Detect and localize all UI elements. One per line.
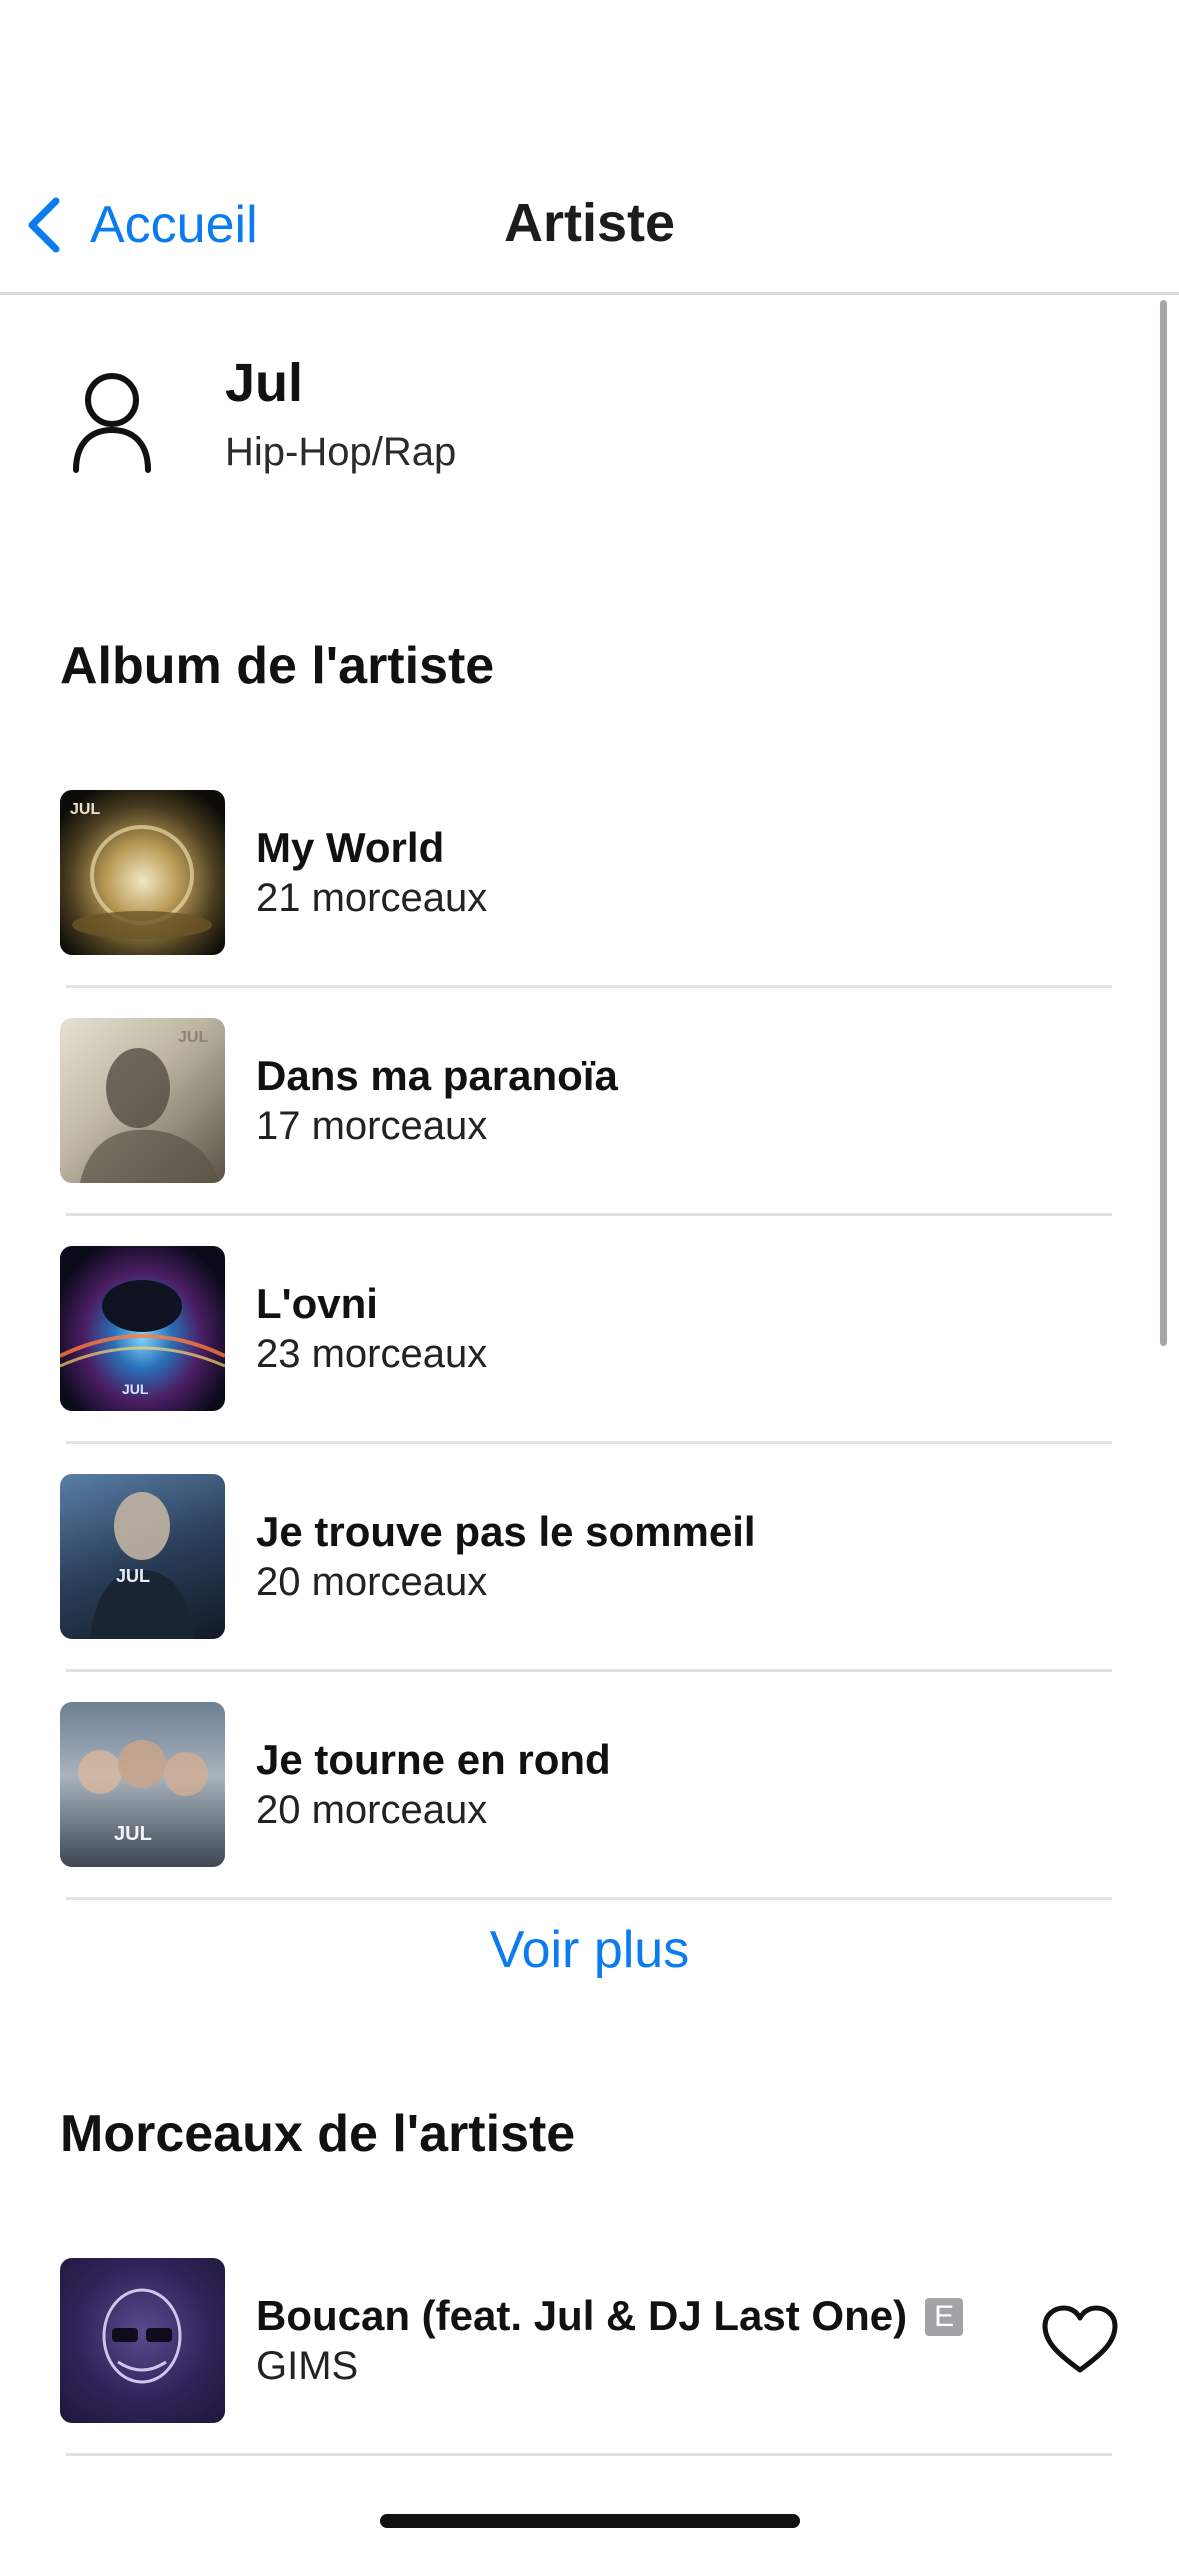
artist-genre: Hip-Hop/Rap: [225, 430, 457, 474]
navigation-bar: Accueil Artiste: [0, 150, 1179, 295]
album-track-count: 20 morceaux: [256, 1788, 488, 1832]
album-title: Dans ma paranoïa: [256, 1052, 618, 1099]
album-cover: JUL: [60, 1474, 225, 1639]
album-row[interactable]: JUL Dans ma paranoïa 17 morceaux: [0, 1018, 1179, 1246]
home-indicator[interactable]: [380, 2514, 800, 2528]
row-divider: [66, 1897, 1112, 1900]
track-artist: GIMS: [256, 2344, 359, 2388]
artist-screen: Accueil Artiste Jul Hip-Hop/Rap Album de…: [0, 0, 1179, 2556]
row-divider: [66, 1213, 1112, 1216]
album-row[interactable]: JUL L'ovni 23 morceaux: [0, 1246, 1179, 1474]
row-divider: [66, 2453, 1112, 2456]
album-row[interactable]: JUL My World 21 morceaux: [0, 790, 1179, 1018]
nav-divider: [0, 292, 1179, 295]
album-row[interactable]: JUL Je tourne en rond 20 morceaux: [0, 1702, 1179, 1930]
artist-header: Jul Hip-Hop/Rap: [0, 340, 1179, 510]
heart-icon[interactable]: [1040, 2304, 1120, 2376]
row-divider: [66, 1669, 1112, 1672]
row-divider: [66, 1441, 1112, 1444]
album-track-count: 17 morceaux: [256, 1104, 488, 1148]
albums-section-title: Album de l'artiste: [60, 637, 495, 695]
page-title: Artiste: [503, 193, 676, 253]
album-title: Je tourne en rond: [256, 1736, 611, 1783]
album-title: L'ovni: [256, 1280, 378, 1327]
svg-text:JUL: JUL: [116, 1566, 150, 1586]
track-title: Boucan (feat. Jul & DJ Last One) E: [256, 2292, 964, 2340]
album-row[interactable]: JUL Je trouve pas le sommeil 20 morceaux: [0, 1474, 1179, 1702]
track-cover: [60, 2258, 225, 2423]
album-cover: JUL: [60, 1018, 225, 1183]
track-title-text: Boucan (feat. Jul & DJ Last One): [256, 2292, 908, 2339]
track-row[interactable]: Boucan (feat. Jul & DJ Last One) E GIMS: [0, 2258, 1179, 2486]
album-cover: JUL: [60, 790, 225, 955]
svg-text:JUL: JUL: [122, 1381, 149, 1397]
album-cover: JUL: [60, 1702, 225, 1867]
album-cover: JUL: [60, 1246, 225, 1411]
svg-text:JUL: JUL: [178, 1029, 208, 1046]
svg-text:JUL: JUL: [70, 801, 100, 818]
see-more-button[interactable]: Voir plus: [0, 1920, 1179, 1980]
album-track-count: 23 morceaux: [256, 1332, 488, 1376]
row-divider: [66, 985, 1112, 988]
album-title: My World: [256, 824, 445, 871]
album-track-count: 21 morceaux: [256, 876, 488, 920]
album-title: Je trouve pas le sommeil: [256, 1508, 756, 1555]
person-icon: [73, 373, 151, 473]
artist-name: Jul: [225, 353, 304, 413]
album-track-count: 20 morceaux: [256, 1560, 488, 1604]
explicit-badge: E: [925, 2298, 964, 2336]
svg-text:JUL: JUL: [114, 1823, 152, 1845]
tracks-section-title: Morceaux de l'artiste: [60, 2105, 576, 2163]
